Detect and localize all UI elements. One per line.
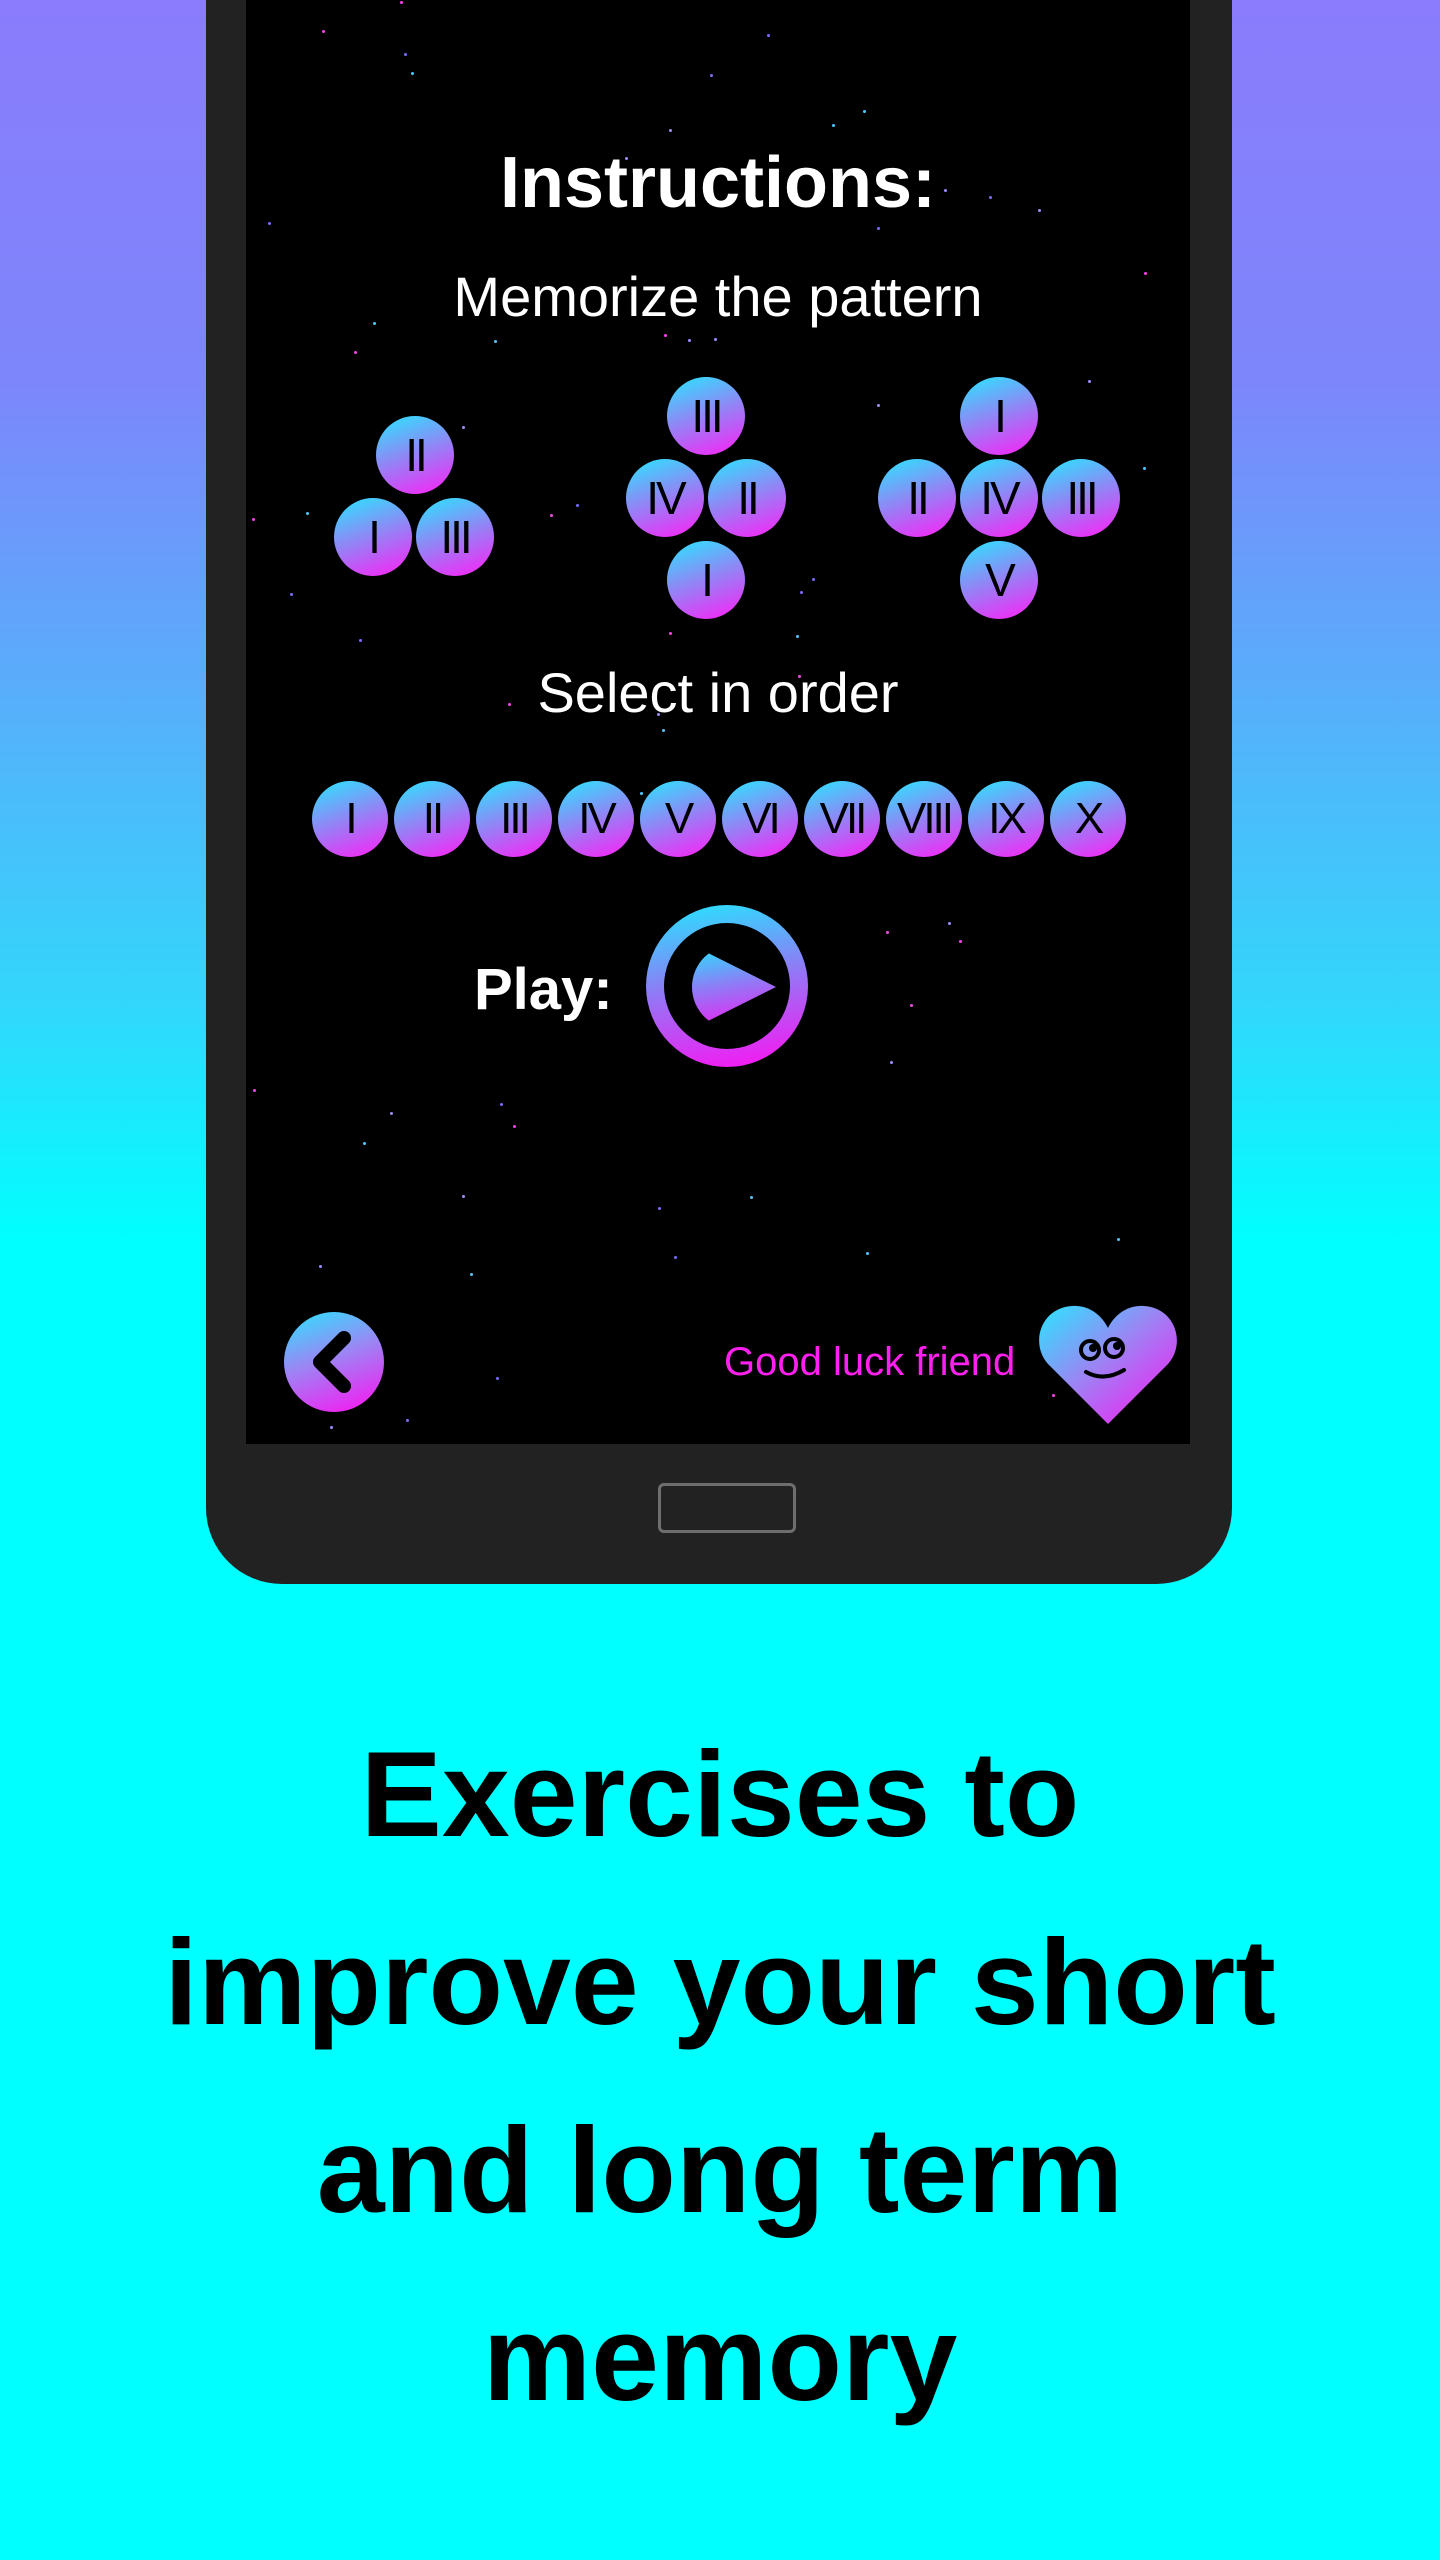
star	[470, 1273, 473, 1276]
star	[359, 639, 362, 642]
star	[658, 1207, 661, 1210]
star	[354, 351, 357, 354]
sequence-ball: VII	[804, 781, 880, 857]
pattern-ball: II	[878, 459, 956, 537]
star	[674, 1256, 677, 1259]
star	[462, 426, 465, 429]
sequence-ball: I	[312, 781, 388, 857]
star	[866, 1252, 869, 1255]
select-text: Select in order	[537, 661, 899, 724]
headline-line: Exercises to	[360, 1726, 1080, 1862]
star	[1143, 467, 1146, 470]
sequence-ball: IV	[558, 781, 634, 857]
star	[959, 940, 962, 943]
pattern-ball: I	[667, 541, 745, 619]
star	[1088, 380, 1091, 383]
sequence-ball: VIII	[886, 781, 962, 857]
pattern-ball: IV	[960, 459, 1038, 537]
pattern-ball: III	[416, 498, 494, 576]
star	[494, 340, 497, 343]
star	[877, 227, 880, 230]
star	[877, 404, 880, 407]
star	[863, 110, 866, 113]
pattern-ball: V	[960, 541, 1038, 619]
star	[500, 1103, 503, 1106]
home-button[interactable]	[658, 1483, 796, 1533]
play-icon	[692, 945, 776, 1029]
star	[886, 931, 889, 934]
sequence-ball: II	[394, 781, 470, 857]
pattern-ball: II	[376, 416, 454, 494]
pattern-ball: I	[960, 377, 1038, 455]
star	[290, 593, 293, 596]
star	[767, 34, 770, 37]
sequence-ball: III	[476, 781, 552, 857]
sequence-ball: IX	[968, 781, 1044, 857]
star	[576, 504, 579, 507]
star	[812, 578, 815, 581]
star	[714, 338, 717, 341]
sequence-ball: VI	[722, 781, 798, 857]
headline-line: improve your short	[164, 1914, 1276, 2050]
star	[832, 124, 835, 127]
star	[664, 334, 667, 337]
sequence-ball: V	[640, 781, 716, 857]
pattern-ball: II	[708, 459, 786, 537]
star	[513, 1125, 516, 1128]
star	[319, 1265, 322, 1268]
star	[800, 591, 803, 594]
heart-face-icon	[1039, 1305, 1177, 1424]
star	[252, 518, 255, 521]
good-luck-text: Good luck friend	[724, 1340, 1016, 1384]
star	[688, 339, 691, 342]
back-button[interactable]	[284, 1312, 384, 1412]
chevron-left-icon	[313, 1331, 351, 1393]
star	[550, 514, 553, 517]
star	[948, 922, 951, 925]
play-button-ring	[664, 923, 790, 1049]
star	[390, 1112, 393, 1115]
star	[253, 1089, 256, 1092]
instructions-title: Instructions:	[499, 143, 936, 223]
star	[750, 1196, 753, 1199]
game-screen: Instructions: Memorize the pattern II I …	[246, 0, 1190, 1444]
pattern-ball: I	[334, 498, 412, 576]
star	[322, 30, 325, 33]
star	[669, 129, 672, 132]
memorize-text: Memorize the pattern	[453, 265, 983, 328]
star	[796, 635, 799, 638]
star	[411, 72, 414, 75]
sequence-ball: X	[1050, 781, 1126, 857]
star	[400, 1, 403, 4]
star	[1117, 1238, 1120, 1241]
star	[330, 1426, 333, 1429]
promo-headline: Exercises to improve your short and long…	[0, 1700, 1440, 2452]
star	[710, 74, 713, 77]
star	[404, 53, 407, 56]
star	[910, 1004, 913, 1007]
pattern-ball: III	[1042, 459, 1120, 537]
pattern-ball: III	[667, 377, 745, 455]
play-button[interactable]	[646, 905, 808, 1067]
headline-line: memory	[482, 2290, 958, 2426]
star	[662, 729, 665, 732]
star	[496, 1377, 499, 1380]
play-label: Play:	[474, 957, 613, 1022]
headline-line: and long term	[316, 2102, 1124, 2238]
star	[406, 1419, 409, 1422]
star	[640, 792, 643, 795]
pattern-ball: IV	[626, 459, 704, 537]
star	[462, 1195, 465, 1198]
star	[306, 512, 309, 515]
star	[669, 632, 672, 635]
star	[890, 1061, 893, 1064]
star	[363, 1142, 366, 1145]
